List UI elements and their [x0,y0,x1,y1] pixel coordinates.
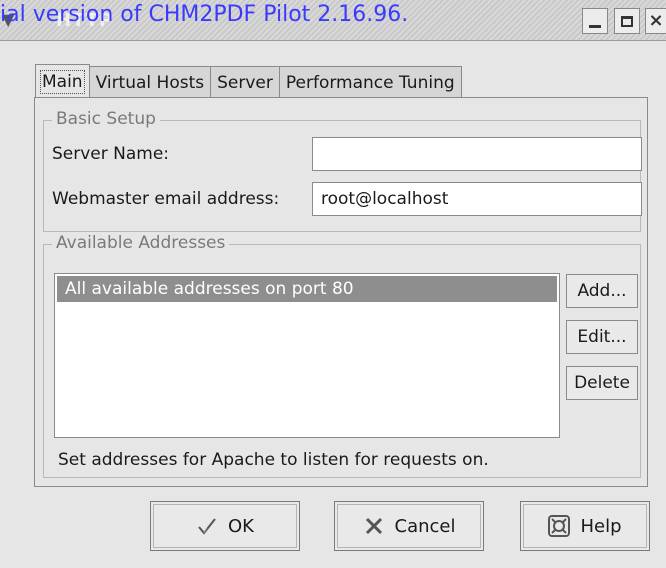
ok-button[interactable]: OK [150,501,300,551]
tab-performance-tuning-label: Performance Tuning [285,72,455,93]
webmaster-email-label: Webmaster email address: [52,189,280,209]
tab-main[interactable]: Main [35,64,90,98]
help-button[interactable]: Help [520,501,650,551]
maximize-button[interactable] [614,8,640,34]
minimize-icon [589,24,601,28]
maximize-icon [621,15,633,27]
cancel-label: Cancel [394,515,456,537]
tab-server-label: Server [217,72,273,93]
tab-virtual-hosts-label: Virtual Hosts [95,72,205,93]
webmaster-email-field[interactable] [312,182,642,216]
delete-address-label: Delete [574,373,630,393]
add-address-button[interactable]: Add... [566,274,638,308]
close-button[interactable]: × [645,8,666,34]
address-list[interactable]: All available addresses on port 80 [54,273,560,438]
close-icon: × [648,10,664,31]
checkmark-icon [198,518,216,535]
addresses-hint: Set addresses for Apache to listen for r… [58,450,489,470]
server-name-field[interactable] [312,137,642,171]
help-icon [548,515,571,537]
cancel-button[interactable]: Cancel [334,501,484,551]
edit-address-button[interactable]: Edit... [566,320,638,354]
tab-panel-main: Basic Setup Server Name: Webmaster email… [34,97,648,487]
watermark-text: ial version of CHM2PDF Pilot 2.16.96. [0,2,409,27]
tab-virtual-hosts[interactable]: Virtual Hosts [88,66,212,98]
http-config-dialog: ▼ HTTP ial version of CHM2PDF Pilot 2.16… [0,0,666,568]
basic-setup-group: Basic Setup Server Name: Webmaster email… [43,109,642,232]
available-addresses-group: Available Addresses All available addres… [43,233,641,478]
help-label: Help [580,515,622,537]
available-addresses-title: Available Addresses [52,233,230,253]
basic-setup-title: Basic Setup [52,109,160,129]
delete-address-button[interactable]: Delete [566,366,638,400]
edit-address-label: Edit... [577,327,627,347]
tab-server[interactable]: Server [210,66,280,98]
tab-bar: Main Virtual Hosts Server Performance Tu… [35,64,462,98]
cancel-icon [365,517,382,535]
tab-performance-tuning[interactable]: Performance Tuning [278,66,462,98]
title-bar[interactable]: ▼ HTTP ial version of CHM2PDF Pilot 2.16… [0,0,666,41]
minimize-button[interactable] [582,8,608,34]
address-list-item[interactable]: All available addresses on port 80 [57,276,557,302]
ok-label: OK [228,515,254,537]
add-address-label: Add... [577,281,627,301]
tab-main-label: Main [40,69,85,94]
server-name-label: Server Name: [52,144,170,164]
